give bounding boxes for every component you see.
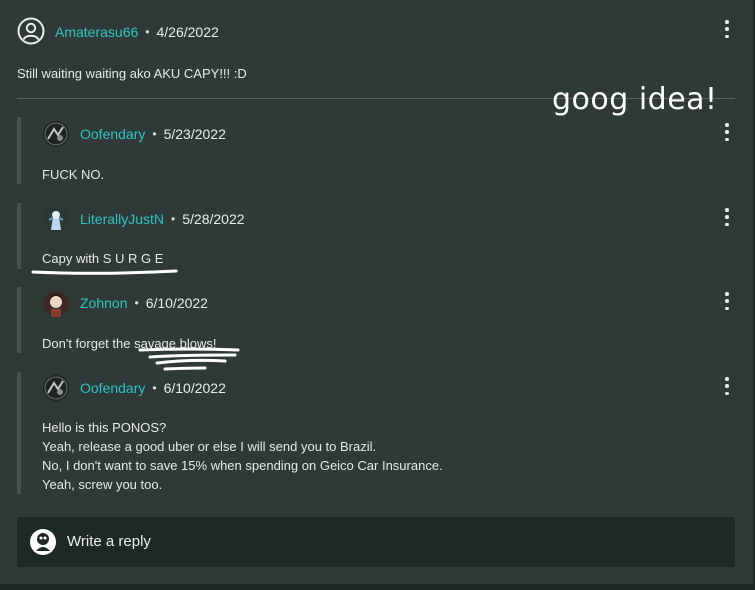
reply-header: Oofendary • 6/10/2022 xyxy=(80,374,226,402)
underline-scribble xyxy=(31,269,178,275)
more-vertical-icon xyxy=(725,208,729,212)
username-link[interactable]: LiterallyJustN xyxy=(80,211,164,227)
reply-text: FUCK NO. xyxy=(42,167,105,182)
thread-line xyxy=(17,287,21,353)
avatar xyxy=(30,529,56,555)
avatar[interactable] xyxy=(43,206,69,232)
user-circle-icon[interactable] xyxy=(17,17,45,45)
reply-date: 5/23/2022 xyxy=(163,126,226,142)
handwritten-annotation: goog idea! xyxy=(552,82,718,117)
thread-line xyxy=(17,372,21,494)
more-options-button[interactable] xyxy=(723,377,731,395)
more-vertical-icon xyxy=(725,377,729,381)
username-link[interactable]: Oofendary xyxy=(80,380,145,396)
reply-date: 6/10/2022 xyxy=(145,295,208,311)
reply-input-placeholder[interactable]: Write a reply xyxy=(67,533,151,550)
more-vertical-icon xyxy=(725,20,729,24)
reply-date: 5/28/2022 xyxy=(182,211,245,227)
more-options-button[interactable] xyxy=(723,123,731,141)
more-vertical-icon xyxy=(725,123,729,127)
separator-dot: • xyxy=(145,25,150,39)
username-link[interactable]: Zohnon xyxy=(80,295,127,311)
separator-dot: • xyxy=(171,212,176,226)
reply-header: Zohnon • 6/10/2022 xyxy=(80,289,208,317)
comment-text: Still waiting waiting ako AKU CAPY!!! :D xyxy=(17,66,247,81)
more-options-button[interactable] xyxy=(723,292,731,310)
reply-line: No, I don't want to save 15% when spendi… xyxy=(42,458,443,473)
avatar[interactable] xyxy=(43,121,69,147)
top-comment-header: Amaterasu66 • 4/26/2022 xyxy=(55,18,219,46)
reply-line: Yeah, release a good uber or else I will… xyxy=(42,439,377,454)
avatar[interactable] xyxy=(43,375,69,401)
reply-line: Yeah, screw you too. xyxy=(42,477,163,492)
reply-line: Hello is this PONOS? xyxy=(42,420,167,435)
scribble-mark xyxy=(138,347,240,371)
avatar[interactable] xyxy=(43,291,69,317)
reply-text-block: Hello is this PONOS? Yeah, release a goo… xyxy=(42,418,443,494)
more-vertical-icon xyxy=(725,292,729,296)
reply-header: LiterallyJustN • 5/28/2022 xyxy=(80,205,245,233)
username-link[interactable]: Amaterasu66 xyxy=(55,24,138,40)
more-options-button[interactable] xyxy=(723,20,731,38)
separator-dot: • xyxy=(152,381,157,395)
thread-line xyxy=(17,117,21,184)
reply-date: 6/10/2022 xyxy=(163,380,226,396)
more-options-button[interactable] xyxy=(723,208,731,226)
thread-line xyxy=(17,203,21,269)
separator-dot: • xyxy=(134,296,139,310)
separator-dot: • xyxy=(152,127,157,141)
reply-box[interactable]: Write a reply xyxy=(17,517,735,567)
comment-date: 4/26/2022 xyxy=(156,24,219,40)
username-link[interactable]: Oofendary xyxy=(80,126,145,142)
reply-header: Oofendary • 5/23/2022 xyxy=(80,120,226,148)
